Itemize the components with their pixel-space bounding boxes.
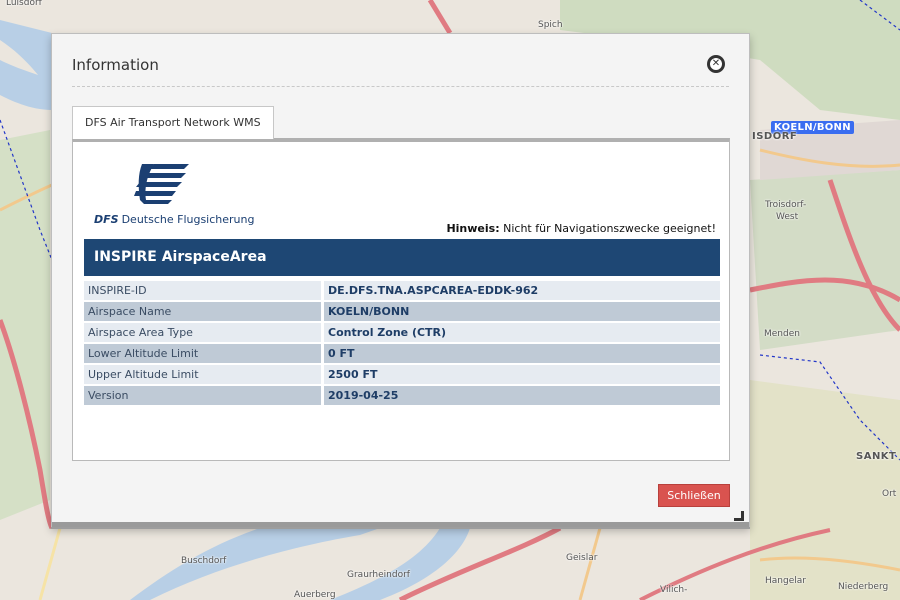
map-label-menden: Menden bbox=[764, 329, 800, 339]
table-row: Lower Altitude Limit 0 FT bbox=[84, 344, 720, 363]
row-value: KOELN/BONN bbox=[321, 302, 720, 321]
row-key: Upper Altitude Limit bbox=[84, 365, 321, 384]
table-row: INSPIRE-ID DE.DFS.TNA.ASPCAREA-EDDK-962 bbox=[84, 281, 720, 300]
row-value: DE.DFS.TNA.ASPCAREA-EDDK-962 bbox=[321, 281, 720, 300]
map-label-troisdorf-west: Troisdorf- bbox=[765, 200, 807, 210]
tab-panel: DFS Deutsche Flugsicherung Hinweis: Nicht… bbox=[72, 138, 730, 461]
info-header: INSPIRE AirspaceArea bbox=[84, 239, 720, 276]
resize-handle-icon[interactable] bbox=[734, 511, 744, 521]
row-key: Airspace Area Type bbox=[84, 323, 321, 342]
row-key: Version bbox=[84, 386, 321, 405]
information-dialog[interactable]: Information ✕ DFS Air Transport Network … bbox=[51, 33, 750, 527]
map-label-sankt: SANKT A bbox=[856, 451, 900, 462]
logo-text-bold: DFS bbox=[94, 213, 119, 226]
title-divider bbox=[72, 86, 729, 87]
dialog-title: Information bbox=[72, 56, 159, 74]
map-label-graurheindorf: Graurheindorf bbox=[347, 570, 410, 580]
row-value: 2500 FT bbox=[321, 365, 720, 384]
row-value: 2019-04-25 bbox=[321, 386, 720, 405]
map-label-ort: Ort bbox=[882, 489, 897, 499]
table-row: Airspace Name KOELN/BONN bbox=[84, 302, 720, 321]
table-row: Airspace Area Type Control Zone (CTR) bbox=[84, 323, 720, 342]
row-value: Control Zone (CTR) bbox=[321, 323, 720, 342]
map-label-geislar: Geislar bbox=[566, 553, 598, 563]
info-table: INSPIRE-ID DE.DFS.TNA.ASPCAREA-EDDK-962 … bbox=[84, 279, 720, 407]
map-label-auerberg: Auerberg bbox=[294, 590, 336, 600]
map-label-hangelar: Hangelar bbox=[765, 576, 806, 586]
table-row: Version 2019-04-25 bbox=[84, 386, 720, 405]
row-key: Lower Altitude Limit bbox=[84, 344, 321, 363]
close-icon[interactable]: ✕ bbox=[707, 55, 725, 73]
tab-dfs-air-transport-network-wms[interactable]: DFS Air Transport Network WMS bbox=[72, 106, 274, 139]
map-label-vilich: Vilich- bbox=[660, 585, 688, 595]
map-label-niederberg: Niederberg bbox=[838, 582, 889, 592]
map-label-troisdorf-west-2: West bbox=[776, 212, 799, 222]
map-label-spich: Spich bbox=[538, 20, 563, 30]
logo-text-name: Deutsche Flugsicherung bbox=[121, 213, 255, 226]
dfs-logo: DFS Deutsche Flugsicherung bbox=[84, 156, 254, 228]
close-button[interactable]: Schließen bbox=[658, 484, 730, 507]
row-value: 0 FT bbox=[321, 344, 720, 363]
logo-text: DFS Deutsche Flugsicherung bbox=[94, 213, 254, 226]
dialog-bottom-bar bbox=[52, 522, 749, 527]
row-key: Airspace Name bbox=[84, 302, 321, 321]
table-row: Upper Altitude Limit 2500 FT bbox=[84, 365, 720, 384]
hint-text: Nicht für Navigationszwecke geeignet! bbox=[499, 222, 716, 235]
map-label-buschdorf: Buschdorf bbox=[181, 556, 227, 566]
hint-label: Hinweis: bbox=[446, 222, 500, 235]
map-label-luisdorf: Luisdorf bbox=[6, 0, 42, 8]
map-label-isdorf: ISDORF bbox=[752, 131, 798, 142]
row-key: INSPIRE-ID bbox=[84, 281, 321, 300]
navigation-hint: Hinweis: Nicht für Navigationszwecke gee… bbox=[446, 222, 716, 235]
